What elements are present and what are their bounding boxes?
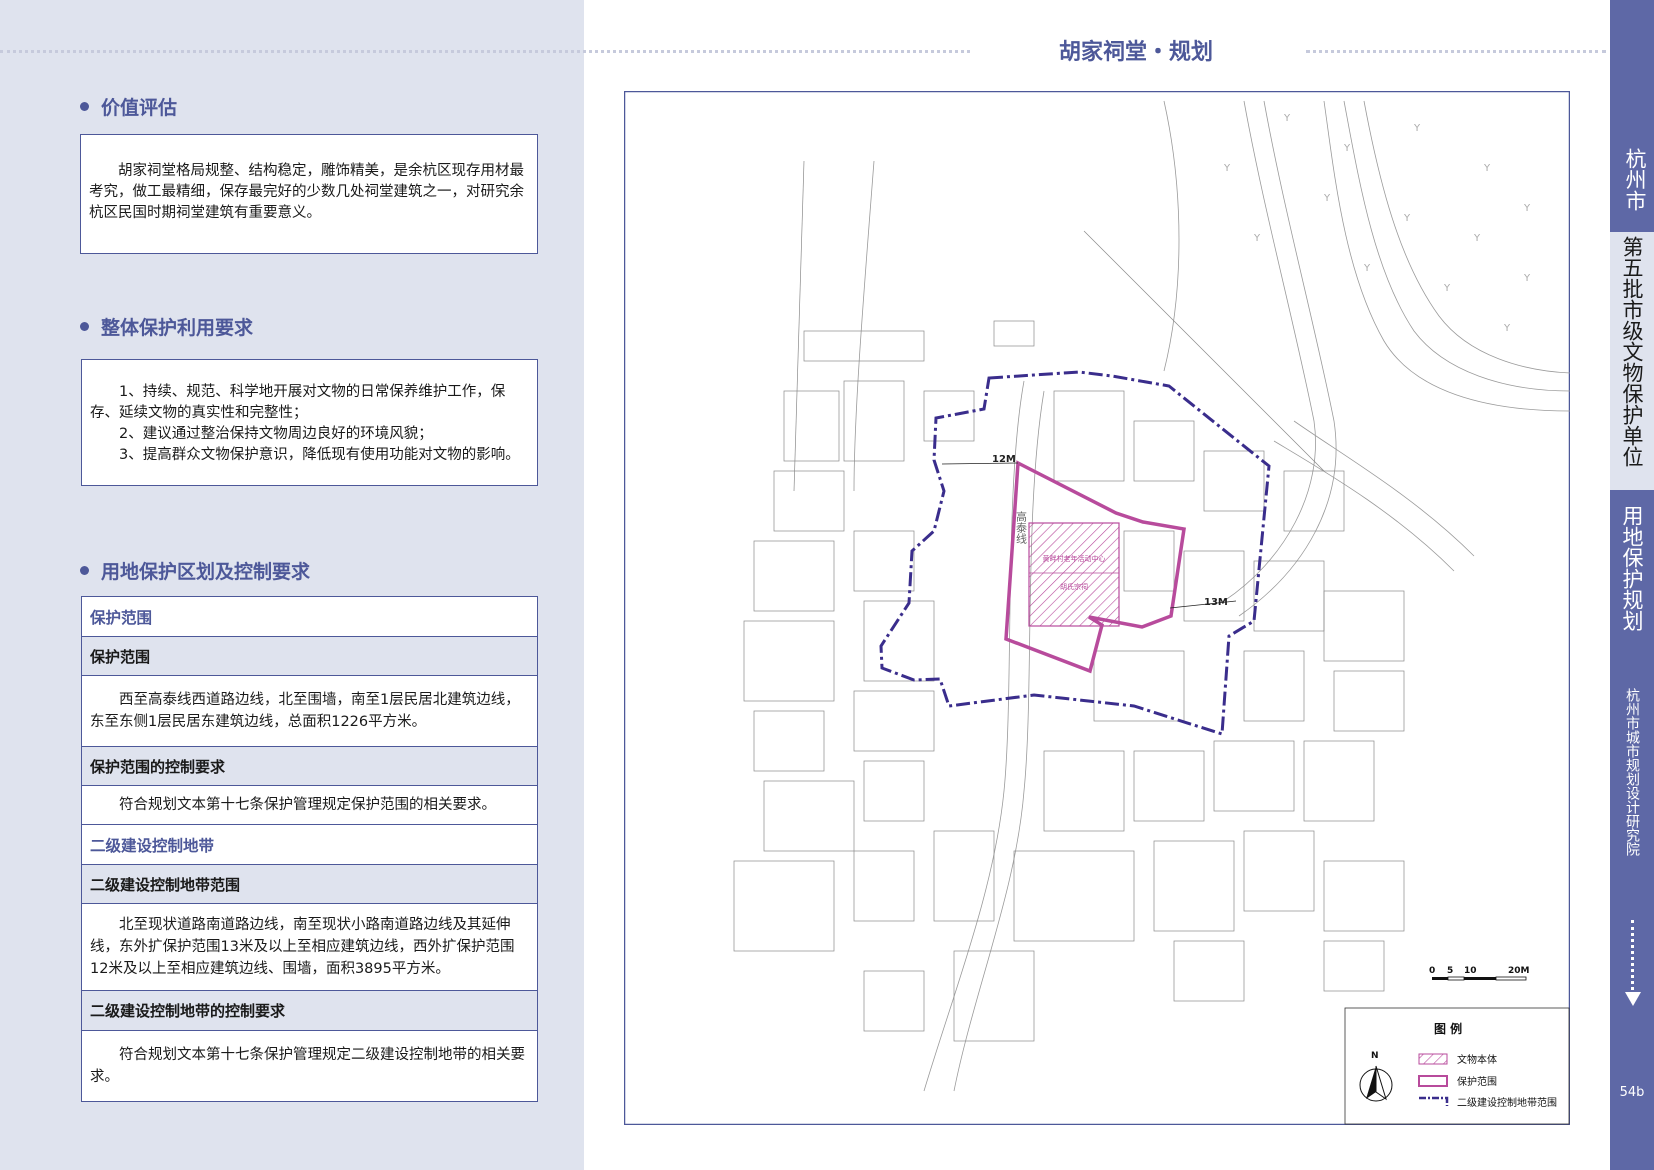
bullet-icon — [80, 102, 89, 111]
legend-item-3: 二级建设控制地带范围 — [1457, 1096, 1557, 1109]
protection-control-body: 符合规划文本第十七条保护管理规定保护范围的相关要求。 — [82, 786, 537, 825]
protection-range-text: 西至高泰线西道路边线，北至围墙，南至1层民居北建筑边线，东至东侧1层民居东建筑边… — [90, 692, 520, 730]
bullet-icon — [80, 322, 89, 331]
overall-requirements-heading: 整体保护利用要求 — [80, 313, 253, 340]
value-assessment-text: 胡家祠堂格局规整、结构稳定，雕饰精美，是余杭区现存用材最考究，做工最精细，保存最… — [89, 163, 524, 221]
requirement-item-2: 2、建议通过整治保持文物周边良好的环境风貌； — [119, 426, 433, 442]
svg-text:Y: Y — [1523, 273, 1531, 284]
sidebar-org: 杭州市城市规划设计研究院 — [1624, 688, 1640, 856]
road-label: 高泰线 — [1015, 510, 1028, 544]
sidebar-city: 杭州市 — [1623, 148, 1647, 211]
value-assessment-box: 胡家祠堂格局规整、结构稳定，雕饰精美，是余杭区现存用材最考究，做工最精细，保存最… — [80, 134, 538, 254]
page-title: 胡家祠堂・规划 — [1058, 40, 1213, 65]
construction-range-title: 二级建设控制地带范围 — [82, 865, 537, 904]
protection-range-body: 西至高泰线西道路边线，北至围墙，南至1层民居北建筑边线，东至东侧1层民居东建筑边… — [82, 676, 537, 747]
requirement-item-3: 3、提高群众文物保护意识，降低现有使用功能对文物的影响。 — [119, 447, 520, 463]
svg-text:Y: Y — [1413, 123, 1421, 134]
svg-text:Y: Y — [1283, 113, 1291, 124]
construction-control-title: 二级建设控制地带的控制要求 — [82, 991, 537, 1031]
svg-text:Y: Y — [1223, 163, 1231, 174]
svg-text:0: 0 — [1429, 966, 1435, 976]
svg-text:10: 10 — [1464, 966, 1477, 976]
protection-range-title: 保护范围 — [82, 637, 537, 676]
heritage-body — [1028, 522, 1120, 627]
down-arrow-icon — [1625, 992, 1641, 1006]
value-assessment-heading: 价值评估 — [80, 93, 177, 120]
svg-text:Y: Y — [1523, 203, 1531, 214]
legend-swatch-heritage — [1418, 1053, 1448, 1065]
header-dots-left — [0, 50, 970, 53]
protection-zone-title: 保护范围 — [82, 597, 537, 637]
svg-text:Y: Y — [1363, 263, 1371, 274]
svg-text:Y: Y — [1443, 283, 1451, 294]
construction-range-text: 北至现状道路南道路边线，南至现状小路南道路边线及其延伸线，东外扩保护范围13米及… — [90, 917, 515, 977]
header-dots-right — [1306, 50, 1606, 53]
svg-text:Y: Y — [1503, 323, 1511, 334]
sidebar-section: 用地保护规划 — [1620, 505, 1644, 631]
svg-text:Y: Y — [1483, 163, 1491, 174]
north-label: N — [1371, 1051, 1379, 1061]
dimension-west: 12M — [992, 454, 1016, 465]
construction-control-body: 符合规划文本第十七条保护管理规定二级建设控制地带的相关要求。 — [82, 1031, 537, 1101]
protection-control-title: 保护范围的控制要求 — [82, 747, 537, 786]
requirement-item-1: 1、持续、规范、科学地开展对文物的日常保养维护工作，保存、延续文物的真实性和完整… — [90, 384, 506, 421]
land-protection-table: 保护范围 保护范围 西至高泰线西道路边线，北至围墙，南至1层民居北建筑边线，东至… — [81, 596, 538, 1102]
bullet-icon — [80, 566, 89, 575]
svg-text:5: 5 — [1447, 966, 1453, 976]
construction-range-body: 北至现状道路南道路边线，南至现状小路南道路边线及其延伸线，东外扩保护范围13米及… — [82, 904, 537, 991]
svg-text:20M: 20M — [1508, 966, 1530, 976]
legend-title: 图 例 — [1434, 1021, 1462, 1036]
site-label-2: 胡氏宗祠 — [1060, 582, 1088, 591]
page-number: 54b — [1619, 1085, 1645, 1100]
dimension-east: 13M — [1204, 597, 1228, 608]
sidebar-series: 第五批市级文物保护单位 — [1620, 236, 1644, 467]
site-plan-map: Y Y Y Y Y Y Y Y Y Y Y Y Y Y 黄畔村老年活动中心 胡氏宗祠 12M 13M… — [624, 91, 1570, 1125]
sidebar-dots — [1631, 920, 1637, 990]
protection-control-text: 符合规划文本第十七条保护管理规定保护范围的相关要求。 — [119, 797, 496, 813]
legend-item-1: 文物本体 — [1457, 1053, 1497, 1066]
construction-control-text: 符合规划文本第十七条保护管理规定二级建设控制地带的相关要求。 — [90, 1047, 525, 1085]
land-protection-heading: 用地保护区划及控制要求 — [80, 557, 310, 584]
site-label-1: 黄畔村老年活动中心 — [1043, 554, 1106, 563]
svg-text:Y: Y — [1253, 233, 1261, 244]
svg-text:Y: Y — [1473, 233, 1481, 244]
svg-text:Y: Y — [1343, 143, 1351, 154]
construction-zone-title: 二级建设控制地带 — [82, 825, 537, 865]
svg-text:Y: Y — [1403, 213, 1411, 224]
map-legend: 图 例 N 文物本体 保护范围 二级建设控制地带范围 — [1344, 1007, 1570, 1125]
overall-requirements-box: 1、持续、规范、科学地开展对文物的日常保养维护工作，保存、延续文物的真实性和完整… — [81, 359, 538, 486]
legend-item-2: 保护范围 — [1457, 1075, 1497, 1088]
svg-text:Y: Y — [1323, 193, 1331, 204]
